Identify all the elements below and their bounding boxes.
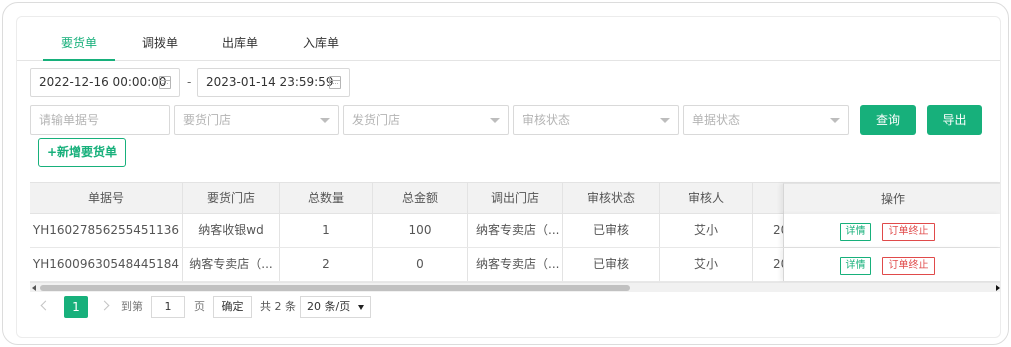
add-request-order-button[interactable]: +新增要货单	[38, 138, 126, 167]
amount-cell: 0	[373, 248, 468, 281]
page-number-current[interactable]: 1	[64, 296, 88, 318]
chevron-right-icon[interactable]	[99, 300, 110, 311]
order-no-cell: YH16027856255451136	[30, 214, 183, 247]
tab-inbound-order[interactable]: 入库单	[303, 34, 339, 60]
col-total-qty: 总数量	[280, 183, 373, 213]
horizontal-scrollbar[interactable]	[30, 282, 1000, 292]
table-header: 单据号 要货门店 总数量 总金额 调出门店 审核状态 审核人 操作	[30, 182, 1000, 215]
out-store-cell: 纳客专卖店（...	[468, 214, 563, 247]
plus-icon: +	[46, 145, 58, 159]
ship-store-select[interactable]: 发货门店	[343, 105, 509, 135]
pagination: 1 到第 1 页 确定 共 2 条 20 条/页	[30, 296, 630, 320]
end-date-input[interactable]: 2023-01-14 23:59:59	[197, 68, 350, 97]
scroll-right-icon[interactable]	[996, 285, 1000, 291]
request-store-placeholder: 要货门店	[183, 113, 232, 127]
col-request-store: 要货门店	[183, 183, 280, 213]
col-auditor: 审核人	[660, 183, 753, 213]
order-no-input[interactable]: 请输单据号	[30, 105, 170, 135]
col-actions: 操作	[783, 183, 1000, 215]
add-request-order-label: 新增要货单	[57, 145, 118, 159]
scrollbar-thumb[interactable]	[40, 285, 630, 291]
col-order-no: 单据号	[30, 183, 183, 213]
tab-transfer-order[interactable]: 调拨单	[142, 34, 178, 60]
auditor-cell: 艾小	[660, 248, 753, 281]
col-audit-status: 审核状态	[563, 183, 660, 213]
table-row: YH16009630548445184 纳客专卖店（... 2 0 纳客专卖店（…	[30, 248, 1000, 282]
goto-page-input[interactable]: 1	[151, 296, 185, 318]
qty-cell: 1	[280, 214, 373, 247]
col-out-store: 调出门店	[468, 183, 563, 213]
amount-cell: 100	[373, 214, 468, 247]
ship-store-placeholder: 发货门店	[352, 113, 401, 127]
request-store-cell: 纳客收银wd	[183, 214, 280, 247]
audit-status-select[interactable]: 审核状态	[513, 105, 679, 135]
row-actions: 详情 订单终止	[783, 248, 1000, 281]
detail-button[interactable]: 详情	[840, 223, 871, 241]
table-row: YH16027856255451136 纳客收银wd 1 100 纳客专卖店（.…	[30, 214, 1000, 248]
order-status-select[interactable]: 单据状态	[683, 105, 849, 135]
chevron-down-icon	[830, 118, 840, 123]
audit-status-placeholder: 审核状态	[522, 113, 571, 127]
chevron-left-icon[interactable]	[40, 300, 51, 311]
order-no-cell: YH16009630548445184	[30, 248, 183, 281]
content-panel: 要货单 调拨单 出库单 入库单 2022-12-16 00:00:00 - 20…	[16, 16, 1001, 338]
search-button[interactable]: 查询	[860, 105, 916, 135]
start-date-input[interactable]: 2022-12-16 00:00:00	[30, 68, 180, 97]
caret-down-icon	[358, 305, 364, 310]
start-date-value: 2022-12-16 00:00:00	[39, 75, 167, 89]
tab-outbound-order[interactable]: 出库单	[222, 34, 258, 60]
calendar-icon	[159, 76, 171, 89]
order-status-placeholder: 单据状态	[692, 113, 741, 127]
total-count: 共 2 条	[260, 300, 296, 313]
date-separator: -	[187, 75, 192, 89]
page-size-select[interactable]: 20 条/页	[300, 296, 371, 318]
goto-confirm-button[interactable]: 确定	[213, 296, 252, 318]
scroll-left-icon[interactable]	[32, 285, 36, 291]
col-total-amount: 总金额	[373, 183, 468, 213]
row-actions: 详情 订单终止	[783, 214, 1000, 247]
audit-status-cell: 已审核	[563, 214, 660, 247]
audit-status-cell: 已审核	[563, 248, 660, 281]
out-store-cell: 纳客专卖店（...	[468, 248, 563, 281]
tab-request-order[interactable]: 要货单	[43, 34, 115, 61]
end-date-value: 2023-01-14 23:59:59	[206, 75, 334, 89]
window-frame: 要货单 调拨单 出库单 入库单 2022-12-16 00:00:00 - 20…	[2, 2, 1009, 345]
request-store-cell: 纳客专卖店（...	[183, 248, 280, 281]
export-button[interactable]: 导出	[927, 105, 982, 135]
chevron-down-icon	[320, 118, 330, 123]
page-size-value: 20 条/页	[307, 300, 351, 313]
calendar-icon	[329, 76, 341, 89]
auditor-cell: 艾小	[660, 214, 753, 247]
terminate-order-button[interactable]: 订单终止	[882, 223, 935, 241]
order-no-placeholder: 请输单据号	[39, 113, 100, 127]
goto-label: 到第	[121, 300, 143, 313]
terminate-order-button[interactable]: 订单终止	[882, 257, 935, 275]
request-store-select[interactable]: 要货门店	[174, 105, 339, 135]
qty-cell: 2	[280, 248, 373, 281]
tab-bar: 要货单 调拨单 出库单 入库单	[17, 31, 1000, 61]
chevron-down-icon	[490, 118, 500, 123]
page-unit-label: 页	[194, 300, 205, 313]
chevron-down-icon	[660, 118, 670, 123]
detail-button[interactable]: 详情	[840, 257, 871, 275]
